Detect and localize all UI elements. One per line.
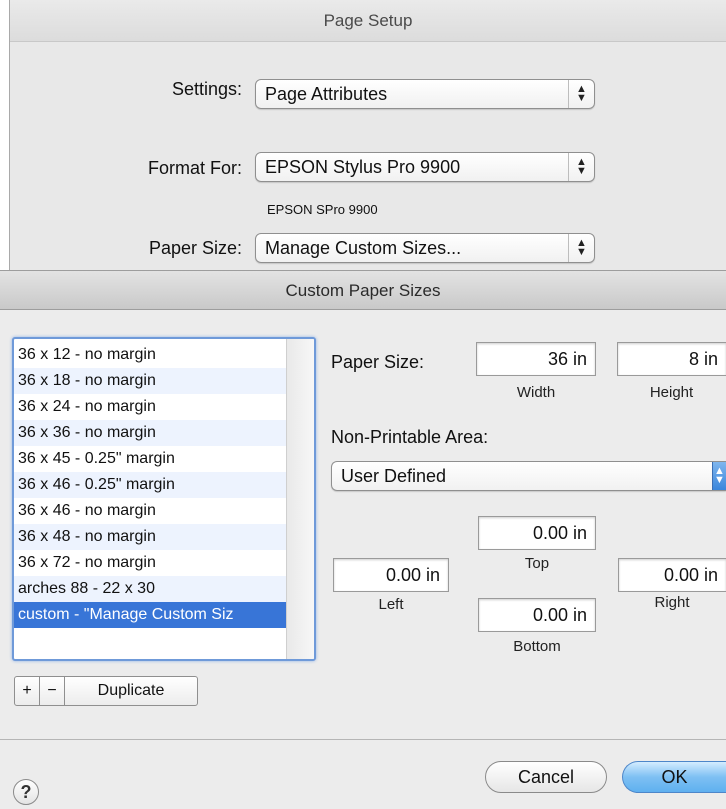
- add-size-button[interactable]: +: [14, 676, 40, 706]
- list-item[interactable]: 36 x 46 - 0.25" margin: [14, 472, 286, 498]
- list-item[interactable]: arches 88 - 22 x 30: [14, 576, 286, 602]
- top-caption: Top: [524, 555, 550, 572]
- page-setup-dialog: Page Setup Settings: Page Attributes ▲ ▼ …: [10, 0, 726, 270]
- printer-model-subtitle: EPSON SPro 9900: [267, 202, 378, 217]
- paper-size-popup[interactable]: Manage Custom Sizes... ▲ ▼: [255, 233, 595, 263]
- custom-paper-size-label: Paper Size:: [331, 352, 425, 372]
- right-caption: Right: [654, 594, 690, 611]
- cancel-button[interactable]: Cancel: [485, 761, 607, 793]
- custom-paper-sizes-sheet: Custom Paper Sizes 36 x 12 - no margin 3…: [0, 270, 726, 809]
- top-margin-field[interactable]: 0.00 in: [478, 516, 596, 550]
- paper-size-label: Paper Size:: [148, 238, 242, 258]
- updown-arrows-icon: ▲ ▼: [568, 153, 594, 181]
- left-margin-field[interactable]: 0.00 in: [333, 558, 449, 592]
- list-item[interactable]: 36 x 46 - no margin: [14, 498, 286, 524]
- height-caption: Height: [649, 384, 694, 401]
- format-for-value: EPSON Stylus Pro 9900: [265, 157, 461, 177]
- bottom-caption: Bottom: [513, 638, 561, 655]
- custom-sizes-title: Custom Paper Sizes: [0, 270, 726, 310]
- height-field[interactable]: 8 in: [617, 342, 726, 376]
- format-for-label: Format For:: [147, 158, 242, 178]
- updown-arrows-icon: ▲ ▼: [712, 462, 726, 490]
- non-printable-area-value: User Defined: [341, 466, 447, 486]
- updown-arrows-icon: ▲ ▼: [568, 234, 594, 262]
- list-item[interactable]: 36 x 48 - no margin: [14, 524, 286, 550]
- divider: [0, 739, 726, 740]
- updown-arrows-icon: ▲ ▼: [568, 80, 594, 108]
- list-item[interactable]: 36 x 36 - no margin: [14, 420, 286, 446]
- width-caption: Width: [516, 384, 556, 401]
- non-printable-area-popup[interactable]: User Defined ▲ ▼: [331, 461, 726, 491]
- remove-size-button[interactable]: −: [39, 676, 65, 706]
- settings-label: Settings:: [171, 79, 242, 99]
- left-caption: Left: [378, 596, 404, 613]
- list-item[interactable]: 36 x 72 - no margin: [14, 550, 286, 576]
- width-field[interactable]: 36 in: [476, 342, 596, 376]
- list-item-selected[interactable]: custom - "Manage Custom Siz: [14, 602, 286, 628]
- list-scrollbar[interactable]: [286, 339, 314, 659]
- list-item[interactable]: 36 x 18 - no margin: [14, 368, 286, 394]
- help-button[interactable]: ?: [13, 779, 39, 805]
- format-for-popup[interactable]: EPSON Stylus Pro 9900 ▲ ▼: [255, 152, 595, 182]
- list-item[interactable]: 36 x 12 - no margin: [14, 342, 286, 368]
- background-window-edge: [0, 0, 10, 270]
- settings-value: Page Attributes: [265, 84, 388, 104]
- non-printable-area-label: Non-Printable Area:: [331, 427, 489, 447]
- duplicate-button[interactable]: Duplicate: [64, 676, 198, 706]
- right-margin-field[interactable]: 0.00 in: [618, 558, 726, 592]
- list-item[interactable]: 36 x 24 - no margin: [14, 394, 286, 420]
- bottom-margin-field[interactable]: 0.00 in: [478, 598, 596, 632]
- paper-size-value: Manage Custom Sizes...: [265, 238, 462, 258]
- ok-button[interactable]: OK: [622, 761, 726, 793]
- custom-sizes-list[interactable]: 36 x 12 - no margin 36 x 18 - no margin …: [12, 337, 316, 661]
- settings-popup[interactable]: Page Attributes ▲ ▼: [255, 79, 595, 109]
- list-item[interactable]: 36 x 45 - 0.25" margin: [14, 446, 286, 472]
- page-setup-title: Page Setup: [10, 0, 726, 42]
